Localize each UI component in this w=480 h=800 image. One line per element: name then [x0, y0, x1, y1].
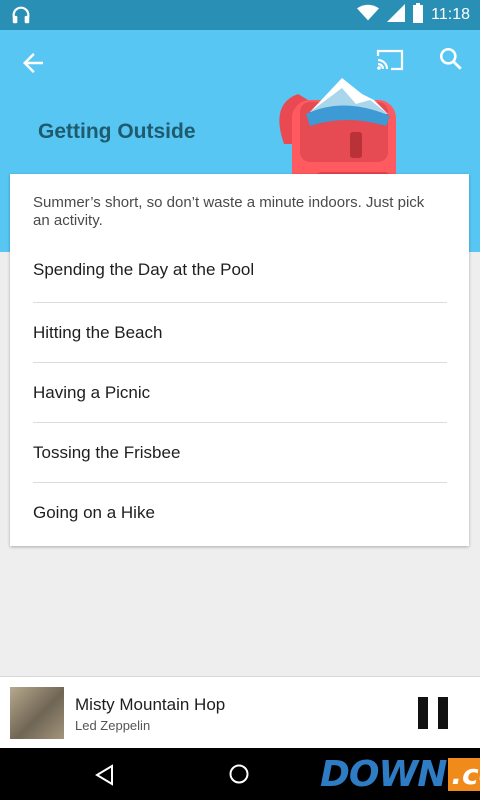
page-title: Getting Outside: [38, 120, 196, 143]
headphones-icon: [10, 4, 32, 31]
list-item[interactable]: Going on a Hike: [33, 482, 447, 543]
now-playing-bar[interactable]: Misty Mountain Hop Led Zeppelin: [0, 676, 480, 749]
search-icon[interactable]: [438, 46, 464, 77]
activity-card: Summer’s short, so don’t waste a minute …: [10, 174, 469, 546]
list-item[interactable]: Hitting the Beach: [33, 302, 447, 363]
watermark-logo: DOWN .cc: [320, 753, 480, 795]
watermark-suffix: .cc: [448, 757, 480, 791]
album-art[interactable]: [10, 687, 64, 739]
watermark-main: DOWN: [320, 753, 447, 795]
status-time: 11:18: [431, 6, 470, 23]
back-arrow-icon[interactable]: [18, 48, 48, 83]
cast-icon[interactable]: [376, 48, 404, 77]
wifi-icon: [357, 4, 380, 27]
artist-name: Led Zeppelin: [75, 718, 151, 733]
battery-icon: [413, 2, 424, 28]
status-bar: 11:18: [0, 0, 480, 30]
list-item[interactable]: Tossing the Frisbee: [33, 422, 447, 483]
list-item[interactable]: Having a Picnic: [33, 362, 447, 423]
back-nav-icon[interactable]: [94, 764, 116, 791]
home-nav-icon[interactable]: [228, 763, 250, 790]
pause-icon[interactable]: [418, 697, 448, 729]
signal-icon: [387, 3, 406, 27]
track-title: Misty Mountain Hop: [75, 695, 226, 714]
card-intro: Summer’s short, so don’t waste a minute …: [33, 194, 425, 229]
list-item[interactable]: Spending the Day at the Pool: [33, 240, 447, 300]
